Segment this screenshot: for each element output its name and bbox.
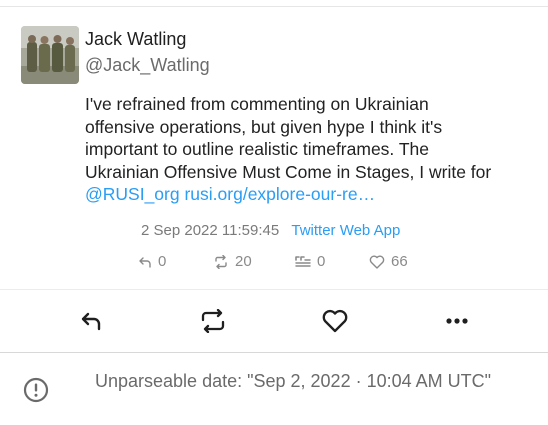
mention-link[interactable]: @RUSI_org <box>85 184 180 204</box>
url-link[interactable]: rusi.org/explore-our-re… <box>184 184 375 204</box>
tweet-text: I've refrained from commenting on Ukrain… <box>85 93 540 206</box>
retweet-button[interactable] <box>198 307 228 335</box>
like-count: 66 <box>369 253 408 270</box>
quote-count-value: 0 <box>317 253 326 270</box>
reply-small-icon <box>139 256 151 268</box>
tweet-text-line: Ukrainian Offensive Must Come in Stages,… <box>85 161 492 182</box>
tweet-detail-page: Jack Watling @Jack_Watling I've refraine… <box>0 0 548 425</box>
unparseable-date-message: Unparseable date: "Sep 2, 2022 · 10:04 A… <box>95 371 492 391</box>
quote-small-icon <box>295 255 311 267</box>
more-button[interactable] <box>442 307 472 335</box>
author-name[interactable]: Jack Watling <box>85 29 186 50</box>
top-divider <box>0 0 548 7</box>
tweet-text-line: offensive operations, but given hype I t… <box>85 116 443 137</box>
error-icon <box>23 377 49 403</box>
more-icon <box>446 318 468 324</box>
quote-count: 0 <box>295 253 325 270</box>
divider <box>0 352 548 353</box>
reply-count: 0 <box>138 253 166 270</box>
author-handle[interactable]: @Jack_Watling <box>85 55 210 76</box>
tweet-text-line: I've refrained from commenting on Ukrain… <box>85 94 429 114</box>
retweet-count: 20 <box>213 253 252 270</box>
tweet-stats: 0 20 0 66 <box>0 253 548 273</box>
tweet-text-line-links: @RUSI_org rusi.org/explore-our-re… <box>85 183 540 206</box>
heart-icon <box>322 309 348 333</box>
retweet-small-icon <box>215 254 227 269</box>
tweet-meta: 2 Sep 2022 11:59:45 Twitter Web App <box>141 222 400 239</box>
tweet-client[interactable]: Twitter Web App <box>291 222 400 239</box>
retweet-icon <box>201 309 225 333</box>
avatar-photo <box>21 26 79 84</box>
divider <box>0 289 548 290</box>
reply-count-value: 0 <box>158 253 167 270</box>
retweet-count-value: 20 <box>235 253 252 270</box>
avatar[interactable] <box>21 26 79 84</box>
heart-small-icon <box>369 255 385 269</box>
reply-button[interactable] <box>76 307 106 335</box>
tweet-date: 2 Sep 2022 11:59:45 <box>141 222 280 239</box>
like-button[interactable] <box>320 307 350 335</box>
like-count-value: 66 <box>391 253 408 270</box>
reply-icon <box>81 312 101 331</box>
tweet-text-line: important to outline realistic timeframe… <box>85 139 429 159</box>
